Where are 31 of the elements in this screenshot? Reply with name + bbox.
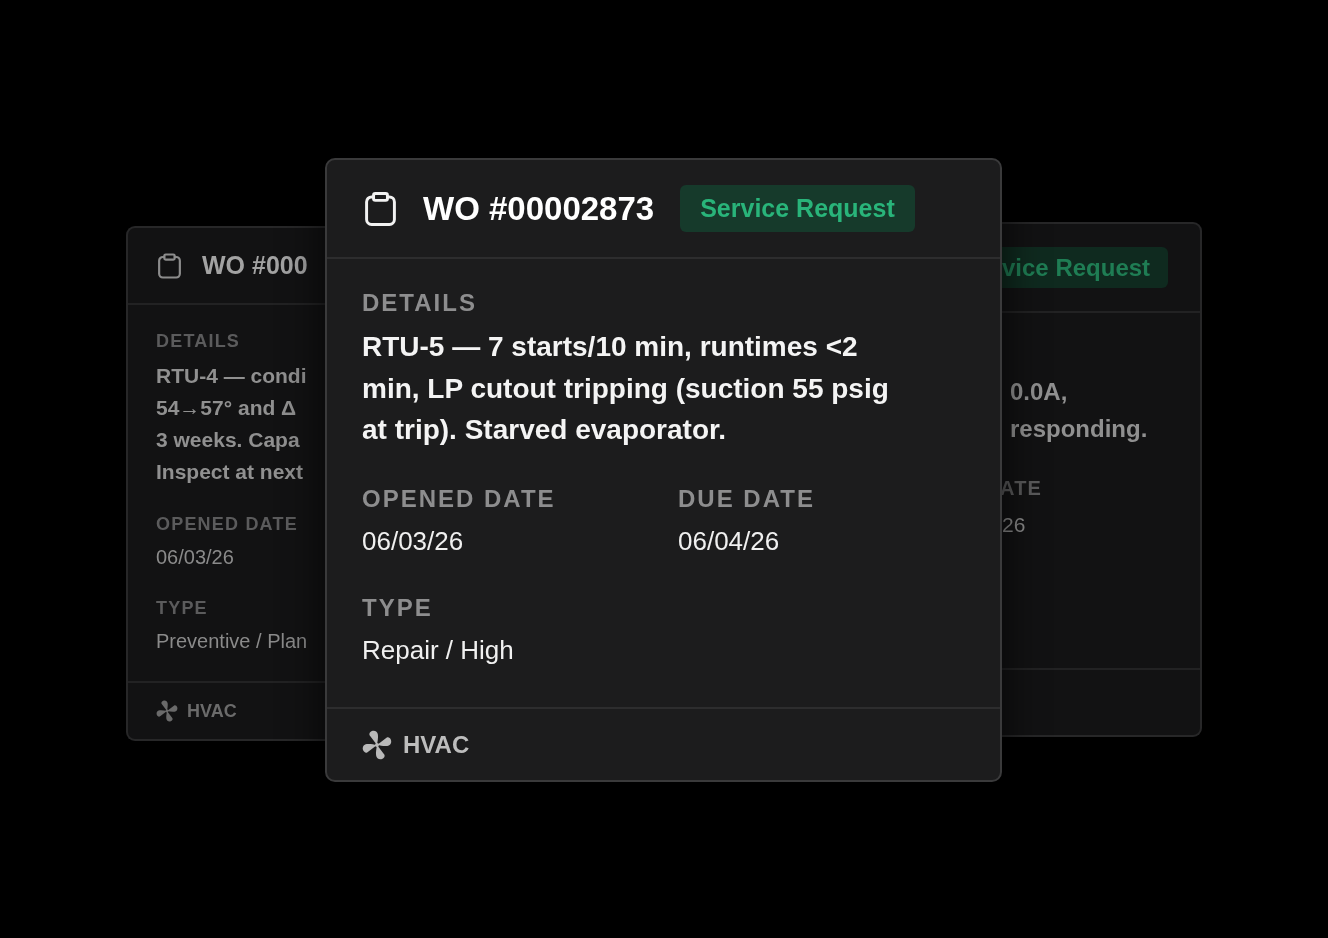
work-order-title: WO #000 <box>202 249 308 281</box>
details-text: 0.0A, <box>1010 377 1069 407</box>
request-type-tag: vice Request <box>1000 247 1169 288</box>
details-text: 54→57° and Δ <box>156 395 298 421</box>
field-value: 06/03/26 <box>156 545 235 569</box>
details-text: responding. <box>1010 414 1149 444</box>
request-type-tag: Service Request <box>680 185 915 232</box>
work-order-title: WO #00002873 <box>423 188 655 229</box>
field-label: TYPE <box>156 597 209 619</box>
section-label: DETAILS <box>156 330 242 352</box>
field-value: 06/04/26 <box>678 524 781 557</box>
field-label: TYPE <box>362 592 434 622</box>
field-value: Preventive / Plan <box>156 629 309 653</box>
field-label: ATE <box>1000 477 1044 499</box>
field-label: OPENED DATE <box>156 513 299 535</box>
details-text: RTU-5 — 7 starts/10 min, runtimes <2 min, LP cutout tripping (suction 55 psig at trip). Starved evaporator. <box>362 330 890 447</box>
clipboard-icon <box>365 191 396 226</box>
details-text: RTU-4 — condi <box>156 363 308 389</box>
details-text: Inspect at next <box>156 459 305 485</box>
field-value: 26 <box>1001 513 1027 537</box>
category-label: HVAC <box>187 699 237 723</box>
field-value: 06/03/26 <box>362 524 465 557</box>
field-label: OPENED DATE <box>362 483 557 513</box>
details-text: 3 weeks. Capa <box>156 427 301 453</box>
field-label: DUE DATE <box>678 483 816 513</box>
category-label: HVAC <box>403 729 470 760</box>
section-label: DETAILS <box>362 288 478 317</box>
fan-icon <box>362 729 392 760</box>
clipboard-icon <box>158 252 181 279</box>
field-value: Repair / High <box>362 633 515 666</box>
fan-icon <box>156 700 178 722</box>
